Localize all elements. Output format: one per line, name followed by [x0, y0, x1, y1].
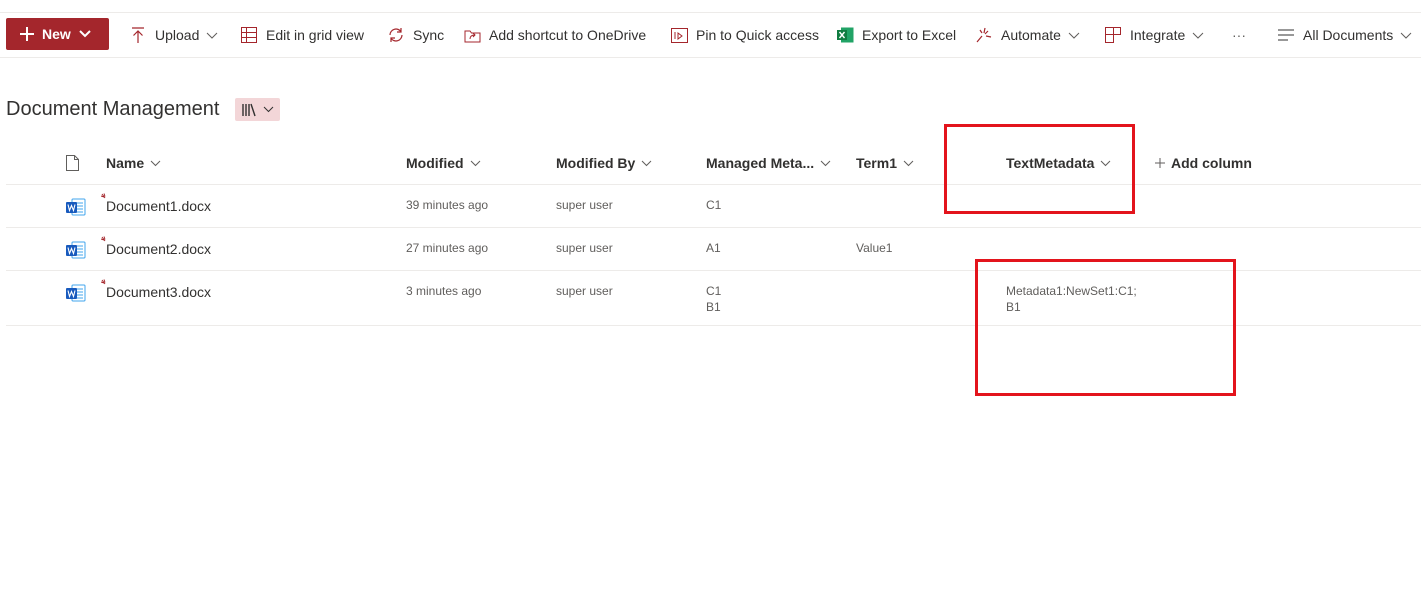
table-row[interactable]: Document1.docx 39 minutes ago super user…: [6, 185, 1421, 228]
plus-icon: [1155, 158, 1165, 168]
shortcut-icon: [463, 26, 481, 44]
more-options-button[interactable]: ···: [1232, 13, 1246, 57]
automate-label: Automate: [1001, 27, 1061, 43]
column-header-term1-label: Term1: [856, 155, 897, 171]
automate-button[interactable]: Automate: [975, 13, 1080, 57]
column-header-modified[interactable]: Modified: [406, 141, 481, 185]
word-document-icon: [66, 198, 86, 216]
chevron-down-icon: [263, 106, 274, 113]
managed-metadata-cell: A1: [706, 241, 721, 255]
word-document-icon: [66, 284, 86, 302]
add-column-button[interactable]: Add column: [1155, 141, 1252, 185]
new-button[interactable]: New: [6, 18, 109, 50]
table-header: Name Modified Modified By Managed Meta..…: [6, 141, 1421, 185]
sync-label: Sync: [413, 27, 445, 43]
term1-cell: Value1: [856, 241, 893, 255]
view-selector-button[interactable]: All Documents: [1277, 13, 1412, 57]
export-excel-button[interactable]: Export to Excel: [836, 13, 956, 57]
upload-button[interactable]: Upload: [129, 13, 218, 57]
modified-cell: 3 minutes ago: [406, 284, 482, 298]
document-name-link[interactable]: Document1.docx: [106, 198, 211, 214]
modified-cell: 27 minutes ago: [406, 241, 489, 255]
export-excel-label: Export to Excel: [862, 27, 957, 43]
pin-quick-access-button[interactable]: Pin to Quick access: [670, 13, 819, 57]
page-title: Document Management: [6, 98, 220, 120]
edit-grid-view-button[interactable]: Edit in grid view: [240, 13, 364, 57]
modified-by-cell[interactable]: super user: [556, 197, 613, 213]
view-list-icon: [1277, 26, 1295, 44]
column-header-name-label: Name: [106, 155, 145, 171]
column-header-managed-metadata-label: Managed Meta...: [706, 155, 815, 171]
column-header-modified-label: Modified: [406, 155, 464, 171]
integrate-icon: [1104, 26, 1122, 44]
document-name-link[interactable]: Document3.docx: [106, 284, 211, 300]
modified-cell: 39 minutes ago: [406, 198, 489, 212]
column-header-modified-by[interactable]: Modified By: [556, 141, 652, 185]
word-document-icon: [66, 241, 86, 259]
chevron-down-icon: [470, 160, 481, 167]
modified-by-cell[interactable]: super user: [556, 240, 613, 256]
chevron-down-icon: [641, 160, 652, 167]
add-shortcut-button[interactable]: Add shortcut to OneDrive: [463, 13, 646, 57]
chevron-down-icon: [206, 32, 218, 39]
pin-icon: [670, 26, 688, 44]
highlight-box-value: [975, 259, 1236, 396]
pin-quick-access-label: Pin to Quick access: [696, 27, 819, 43]
integrate-button[interactable]: Integrate: [1104, 13, 1204, 57]
view-selector-label: All Documents: [1303, 27, 1394, 43]
column-header-name[interactable]: Name: [106, 141, 161, 185]
chevron-down-icon: [903, 160, 914, 167]
upload-icon: [129, 26, 147, 44]
modified-by-cell[interactable]: super user: [556, 283, 613, 299]
column-header-modified-by-label: Modified By: [556, 155, 636, 171]
chevron-down-icon: [79, 30, 91, 38]
command-bar: New Upload Edit in grid view Sync Add sh…: [0, 12, 1421, 58]
chevron-down-icon: [1068, 32, 1080, 39]
edit-grid-label: Edit in grid view: [266, 27, 365, 43]
excel-icon: [836, 26, 854, 44]
document-name-link[interactable]: Document2.docx: [106, 241, 211, 257]
managed-metadata-cell: C1: [706, 198, 722, 212]
grid-icon: [240, 26, 258, 44]
library-icon: [241, 103, 258, 117]
column-header-term1[interactable]: Term1: [856, 141, 914, 185]
file-type-header[interactable]: [66, 141, 79, 185]
sync-button[interactable]: Sync: [387, 13, 444, 57]
chevron-down-icon: [1192, 32, 1204, 39]
sync-icon: [387, 26, 405, 44]
plus-icon: [20, 27, 34, 41]
managed-metadata-cell: B1: [706, 300, 721, 314]
chevron-down-icon: [1400, 32, 1412, 39]
more-icon: ···: [1232, 27, 1246, 43]
new-label: New: [42, 26, 71, 42]
add-column-label: Add column: [1171, 155, 1252, 171]
library-view-switcher[interactable]: [235, 98, 280, 121]
file-type-icon: [66, 155, 79, 171]
managed-metadata-cell: C1: [706, 284, 722, 298]
add-shortcut-label: Add shortcut to OneDrive: [489, 27, 647, 43]
column-header-managed-metadata[interactable]: Managed Meta...: [706, 141, 831, 185]
chevron-down-icon: [820, 160, 831, 167]
highlight-box-header: [944, 124, 1135, 214]
integrate-label: Integrate: [1130, 27, 1186, 43]
upload-label: Upload: [155, 27, 200, 43]
chevron-down-icon: [150, 160, 161, 167]
automate-icon: [975, 26, 993, 44]
